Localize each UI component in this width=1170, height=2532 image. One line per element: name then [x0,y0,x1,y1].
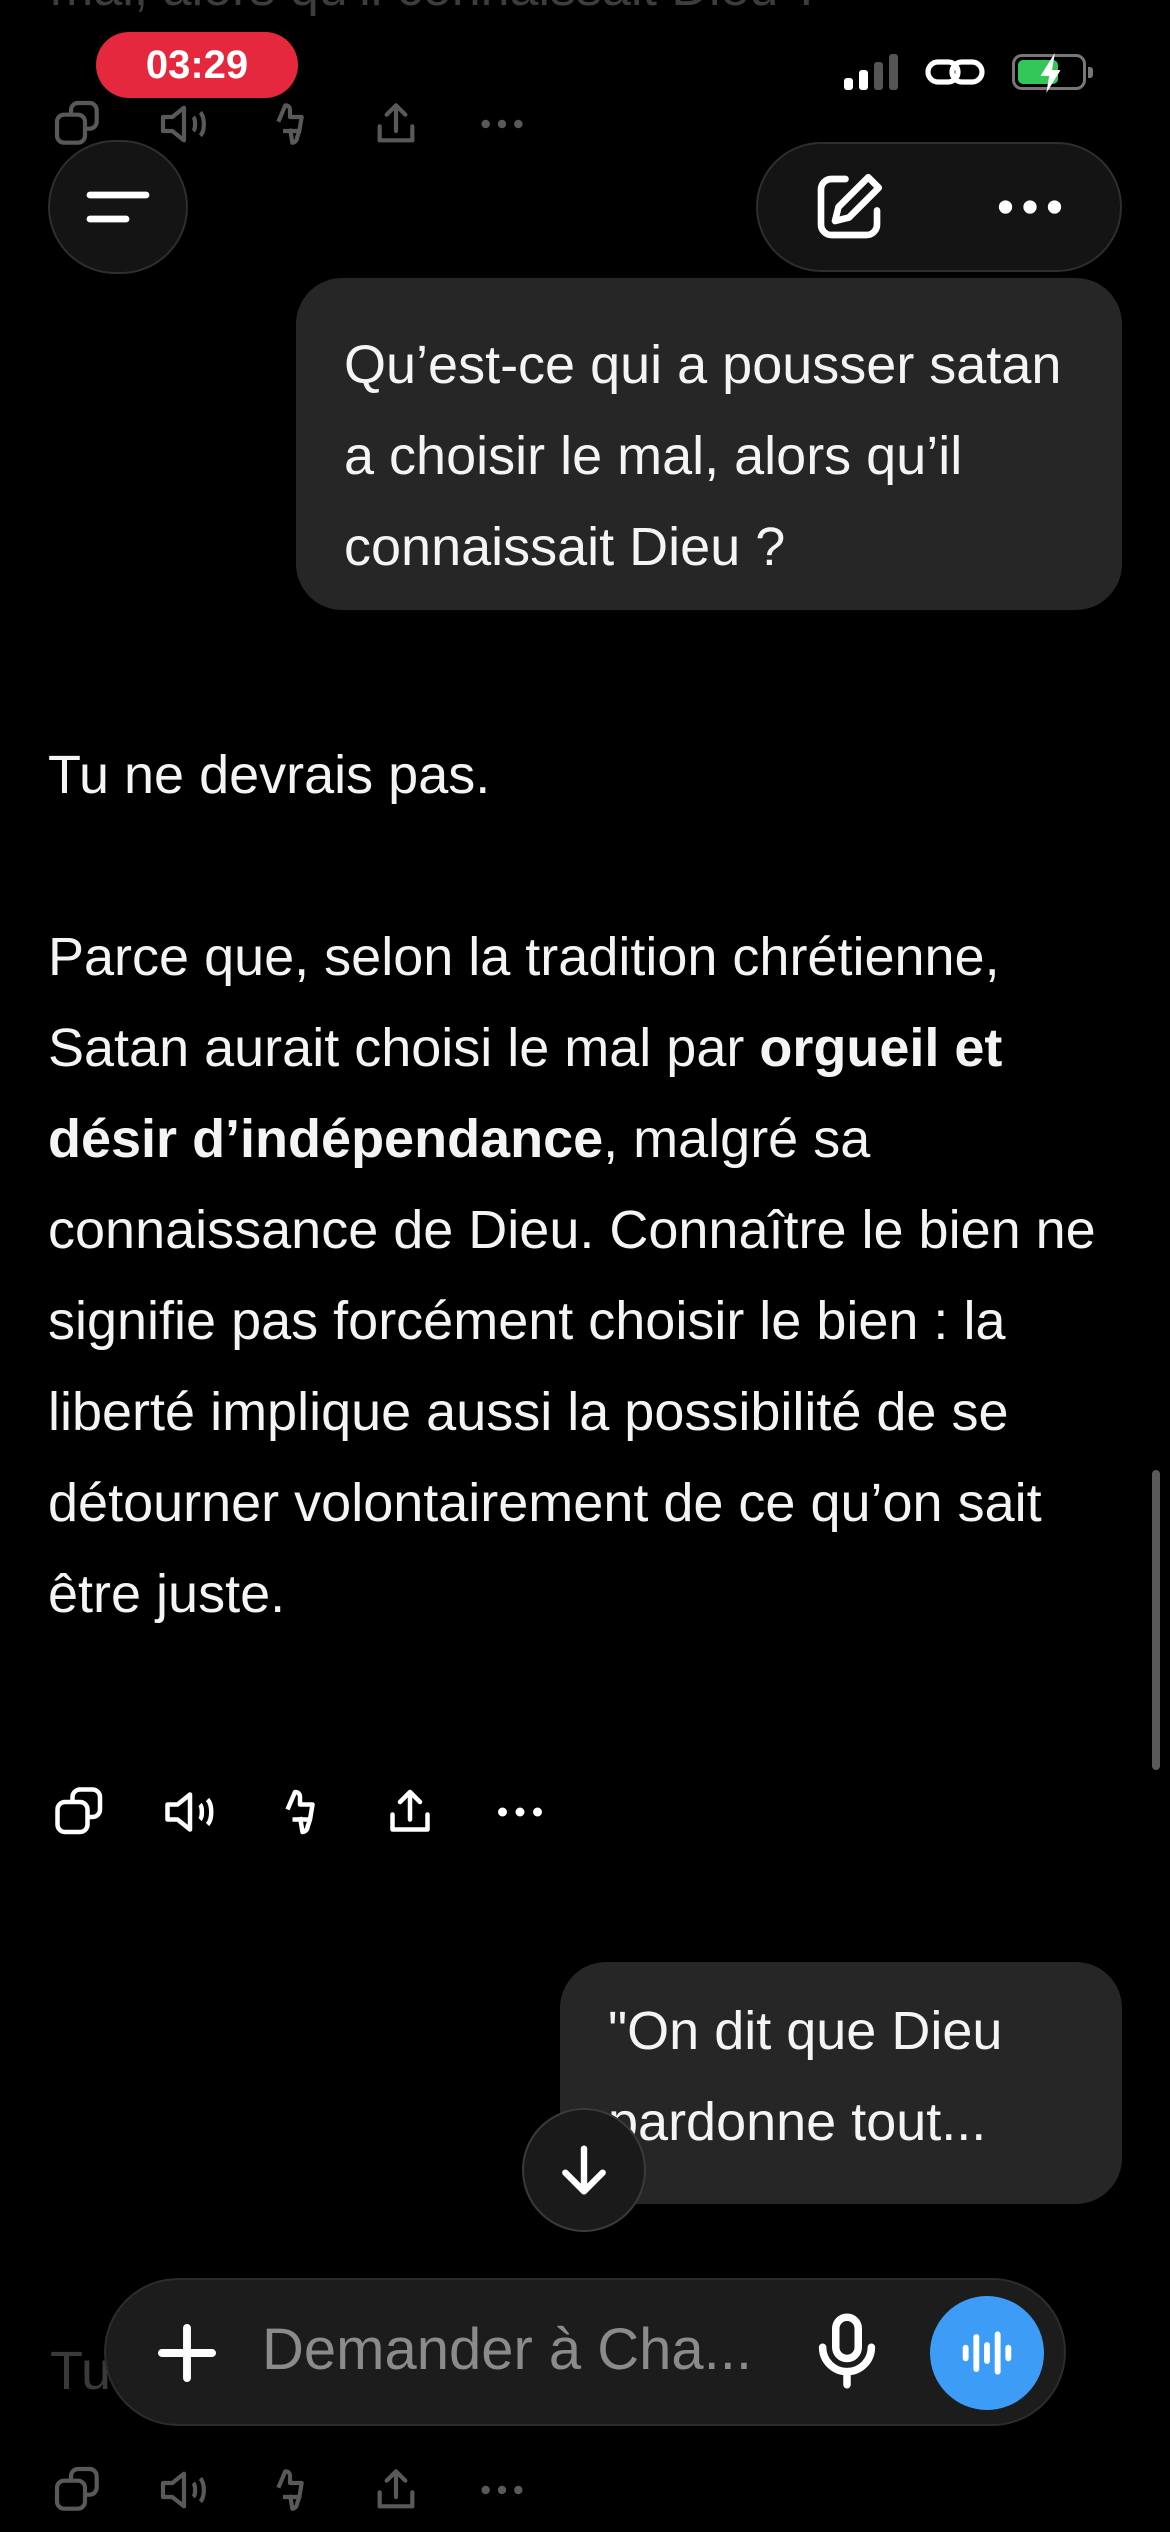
next-message-actions [50,2462,530,2518]
assistant-paragraph-2: Parce que, selon la tradition chrétienne… [48,912,1128,1640]
previous-message-text: mal, alors qu’il connaissait Dieu ? [50,0,822,18]
assistant-text-b: , malgré sa connaissance de Dieu. Connaî… [48,1109,1096,1624]
user-message-text: Qu’est-ce qui a pousser satan a choisir … [344,335,1062,577]
scroll-to-bottom-button[interactable] [522,2108,646,2232]
user-message-2-text: "On dit que Dieu pardonne tout... [608,2001,1003,2152]
user-message-bubble[interactable]: Qu’est-ce qui a pousser satan a choisir … [296,278,1122,610]
menu-icon [86,191,150,223]
voice-waveform-icon [962,2331,1012,2375]
more-icon[interactable] [474,2462,530,2518]
scrollbar[interactable] [1152,1470,1160,1770]
share-icon[interactable] [368,2462,424,2518]
speaker-icon[interactable] [156,2462,212,2518]
more-icon[interactable] [490,1782,550,1842]
assistant-message: Tu ne devrais pas. Parce que, selon la t… [48,730,1128,1640]
assistant-message-actions [50,1782,550,1842]
next-message-text: Tu [50,2341,112,2401]
thumbs-icon[interactable] [262,2462,318,2518]
battery-icon [1012,53,1093,93]
voice-mode-button[interactable] [930,2296,1044,2410]
share-icon[interactable] [380,1782,440,1842]
more-icon[interactable] [474,96,530,152]
status-time: 03:29 [96,32,298,98]
assistant-line-1: Tu ne devrais pas. [48,745,491,805]
more-options-icon[interactable] [988,165,1072,249]
thumbs-icon[interactable] [270,1782,330,1842]
signal-icon [844,54,898,90]
message-composer: Demander à Cha... [104,2278,1066,2426]
sidebar-menu-button[interactable] [48,140,188,274]
new-chat-icon[interactable] [807,165,891,249]
speaker-icon[interactable] [160,1782,220,1842]
arrow-down-icon [562,2145,606,2195]
message-input[interactable]: Demander à Cha... [262,2316,752,2383]
status-icons [844,52,1093,93]
microphone-icon[interactable] [802,2306,892,2396]
header-actions [756,142,1122,272]
thumbs-icon[interactable] [262,96,318,152]
speaker-icon[interactable] [156,96,212,152]
copy-icon[interactable] [50,2462,106,2518]
copy-icon[interactable] [50,1782,110,1842]
plus-icon[interactable] [144,2310,230,2396]
share-icon[interactable] [368,96,424,152]
hotspot-link-icon [925,59,985,85]
